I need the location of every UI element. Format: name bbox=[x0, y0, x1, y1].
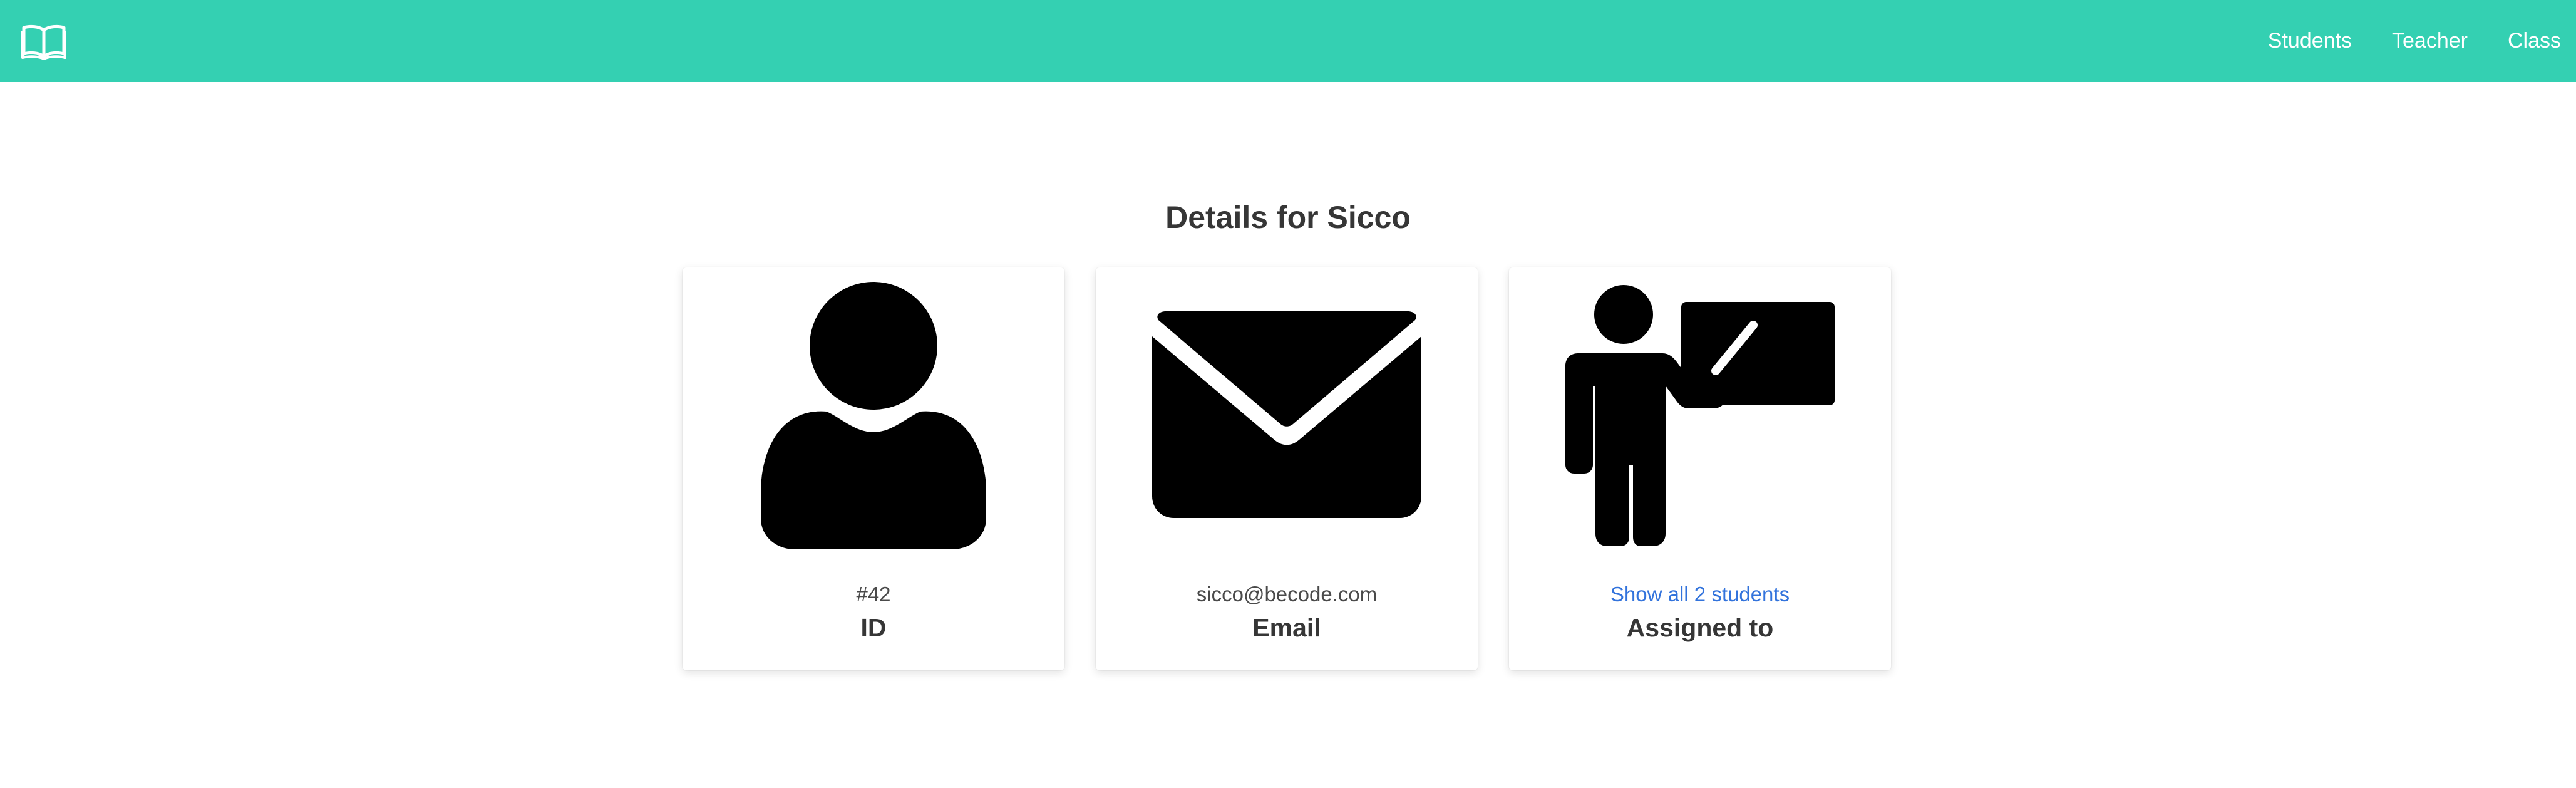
envelope-icon bbox=[1152, 311, 1421, 518]
top-navbar: Students Teacher Class bbox=[0, 0, 2576, 82]
id-label: ID bbox=[860, 613, 887, 642]
id-value: #42 bbox=[856, 583, 891, 606]
teacher-board-icon bbox=[1565, 285, 1835, 546]
id-card-image bbox=[683, 267, 1064, 562]
assigned-card-image bbox=[1509, 267, 1891, 562]
nav-link-students[interactable]: Students bbox=[2268, 0, 2352, 82]
email-card-image bbox=[1096, 267, 1478, 562]
email-value: sicco@becode.com bbox=[1196, 583, 1378, 606]
brand-logo-link[interactable] bbox=[19, 19, 69, 63]
user-icon bbox=[761, 282, 986, 549]
detail-cards: #42 ID sicco@becode.com Email Show all 2… bbox=[683, 267, 1891, 670]
nav-link-teacher[interactable]: Teacher bbox=[2392, 0, 2468, 82]
open-book-icon bbox=[21, 24, 66, 60]
email-label: Email bbox=[1252, 613, 1321, 642]
nav-links: Students Teacher Class bbox=[2268, 0, 2561, 82]
show-all-students-link[interactable]: Show all 2 students bbox=[1509, 583, 1891, 606]
assigned-card: Show all 2 students Assigned to bbox=[1509, 267, 1891, 670]
id-card: #42 ID bbox=[683, 267, 1064, 670]
email-card: sicco@becode.com Email bbox=[1096, 267, 1478, 670]
page-title: Details for Sicco bbox=[1165, 200, 1411, 235]
assigned-label: Assigned to bbox=[1626, 613, 1774, 642]
nav-link-class[interactable]: Class bbox=[2508, 0, 2561, 82]
